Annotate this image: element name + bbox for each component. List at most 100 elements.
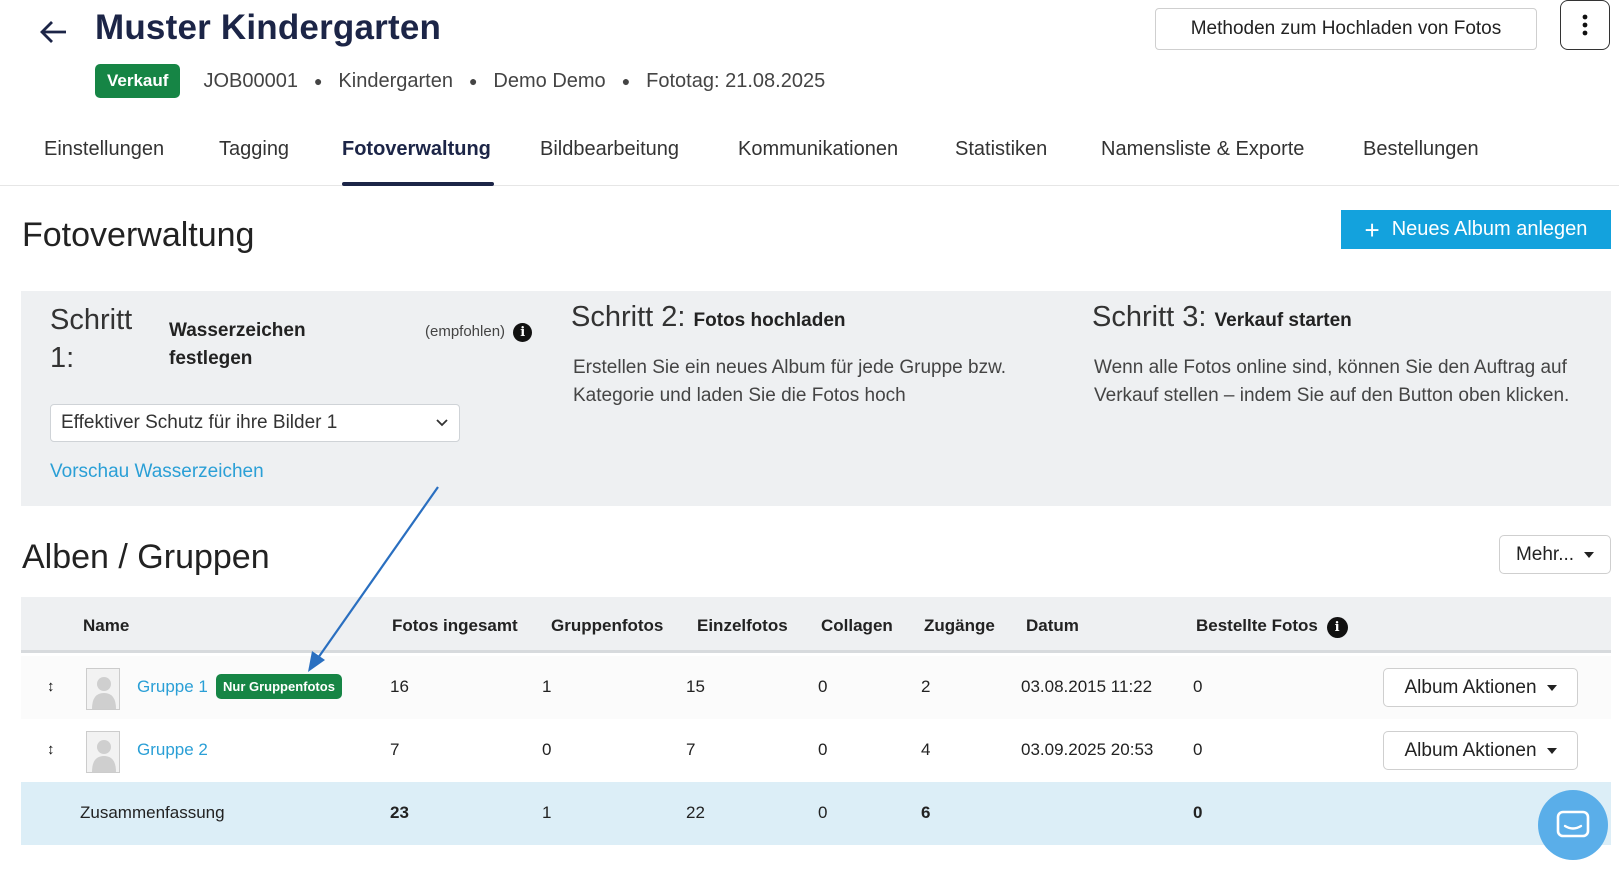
step3-head: Schritt 3: xyxy=(1092,301,1207,333)
meta-separator: ● xyxy=(468,73,478,89)
cell-ordered: 0 xyxy=(1193,677,1203,696)
tab-bestellungen[interactable]: Bestellungen xyxy=(1363,138,1479,161)
info-icon[interactable]: i xyxy=(513,323,533,342)
table-header: Name Fotos ingesamt Gruppenfotos Einzelf… xyxy=(21,597,1611,653)
more-options-button[interactable] xyxy=(1560,0,1610,50)
cell-single: 15 xyxy=(686,677,705,696)
summary-accesses: 6 xyxy=(921,803,931,822)
albums-title: Alben / Gruppen xyxy=(22,538,270,576)
col-ordered[interactable]: Bestellte Fotos i xyxy=(1196,616,1348,638)
cell-accesses: 2 xyxy=(921,677,931,696)
album-actions-label: Album Aktionen xyxy=(1404,676,1537,698)
chat-launcher-button[interactable] xyxy=(1538,790,1608,860)
steps-panel: Schritt 1: Wasserzeichen festlegen (empf… xyxy=(21,291,1611,506)
more-label: Mehr... xyxy=(1515,543,1575,565)
person-placeholder-icon xyxy=(92,740,116,772)
summary-group: 1 xyxy=(542,803,552,822)
step3-heading: Schritt 3: Verkauf starten xyxy=(1092,301,1352,334)
tab-bar: Einstellungen Tagging Fotoverwaltung Bil… xyxy=(0,124,1619,186)
tab-statistiken[interactable]: Statistiken xyxy=(955,138,1047,161)
job-title: Muster Kindergarten xyxy=(95,8,442,47)
person-placeholder-icon xyxy=(92,677,116,709)
cell-collages: 0 xyxy=(818,677,828,696)
tab-fotoverwaltung[interactable]: Fotoverwaltung xyxy=(342,138,491,161)
step1-title: Wasserzeichen festlegen xyxy=(169,320,306,369)
watermark-select[interactable]: Effektiver Schutz für ihre Bilder 1 xyxy=(50,404,460,442)
upload-methods-button[interactable]: Methoden zum Hochladen von Fotos xyxy=(1155,8,1537,50)
info-icon[interactable]: i xyxy=(1326,617,1348,638)
photo-day: Fototag: 21.08.2025 xyxy=(646,69,826,92)
plus-icon: + xyxy=(1364,214,1380,245)
more-vertical-icon xyxy=(1582,14,1588,36)
col-name[interactable]: Name xyxy=(83,616,129,636)
meta-separator: ● xyxy=(313,73,323,89)
cell-ordered: 0 xyxy=(1193,740,1203,759)
col-collages[interactable]: Collagen xyxy=(821,616,893,636)
cell-total: 7 xyxy=(390,740,400,759)
table-row: ↕ Gruppe 1 Nur Gruppenfotos 16 1 15 0 2 … xyxy=(21,656,1611,719)
cell-single: 7 xyxy=(686,740,696,759)
summary-row: Zusammenfassung 23 1 22 0 6 0 xyxy=(21,782,1611,845)
col-ordered-label: Bestellte Fotos xyxy=(1196,616,1318,635)
album-name-link[interactable]: Gruppe 1 xyxy=(137,677,208,697)
caret-down-icon xyxy=(1546,684,1557,691)
cell-date: 03.09.2025 20:53 xyxy=(1021,740,1154,759)
col-accesses[interactable]: Zugänge xyxy=(924,616,995,636)
step1-head: Schritt 1: xyxy=(50,304,133,374)
album-actions-label: Album Aktionen xyxy=(1404,739,1537,761)
summary-total: 23 xyxy=(390,803,409,822)
step3-title: Verkauf starten xyxy=(1214,310,1352,331)
tab-namensliste-exporte[interactable]: Namensliste & Exporte xyxy=(1101,138,1304,161)
drag-handle-icon[interactable]: ↕ xyxy=(47,678,55,695)
job-header: Muster Kindergarten Verkauf JOB00001 ● K… xyxy=(0,0,1619,186)
cell-accesses: 4 xyxy=(921,740,931,759)
group-only-badge: Nur Gruppenfotos xyxy=(216,674,342,699)
cell-group: 1 xyxy=(542,677,552,696)
col-group[interactable]: Gruppenfotos xyxy=(551,616,663,636)
summary-single: 22 xyxy=(686,803,705,822)
meta-separator: ● xyxy=(621,73,631,89)
arrow-left-icon[interactable] xyxy=(36,14,72,50)
album-name-link[interactable]: Gruppe 2 xyxy=(137,740,208,760)
recommended-label: (empfohlen) xyxy=(425,323,506,340)
album-actions-button[interactable]: Album Aktionen xyxy=(1383,668,1578,707)
col-total[interactable]: Fotos ingesamt xyxy=(392,616,518,636)
col-date[interactable]: Datum xyxy=(1026,616,1079,636)
col-single[interactable]: Einzelfotos xyxy=(697,616,788,636)
step3-text: Wenn alle Fotos online sind, können Sie … xyxy=(1094,357,1570,406)
page-title: Fotoverwaltung xyxy=(22,216,255,254)
job-category: Kindergarten xyxy=(338,69,453,92)
tab-einstellungen[interactable]: Einstellungen xyxy=(44,138,164,161)
album-thumbnail xyxy=(86,668,120,710)
drag-handle-icon[interactable]: ↕ xyxy=(47,741,55,758)
active-tab-indicator xyxy=(342,182,494,186)
job-meta: Verkauf JOB00001 ● Kindergarten ● Demo D… xyxy=(95,64,825,98)
more-dropdown-button[interactable]: Mehr... xyxy=(1499,535,1611,574)
summary-collages: 0 xyxy=(818,803,828,822)
caret-down-icon xyxy=(1584,551,1595,558)
step2-title: Fotos hochladen xyxy=(693,310,846,331)
new-album-button[interactable]: + Neues Album anlegen xyxy=(1341,210,1611,249)
step2-heading: Schritt 2: Fotos hochladen xyxy=(571,301,846,334)
cell-date: 03.08.2015 11:22 xyxy=(1021,677,1153,696)
status-badge: Verkauf xyxy=(95,64,181,98)
album-actions-button[interactable]: Album Aktionen xyxy=(1383,731,1578,770)
tab-kommunikationen[interactable]: Kommunikationen xyxy=(738,138,898,161)
new-album-label: Neues Album anlegen xyxy=(1391,218,1588,240)
step2-text: Erstellen Sie ein neues Album für jede G… xyxy=(573,357,1007,406)
tab-tagging[interactable]: Tagging xyxy=(219,138,289,161)
cell-total: 16 xyxy=(390,677,409,696)
tab-bildbearbeitung[interactable]: Bildbearbeitung xyxy=(540,138,679,161)
step1-recommended: (empfohlen) i xyxy=(425,323,533,342)
step2-head: Schritt 2: xyxy=(571,301,686,333)
chevron-down-icon xyxy=(436,419,448,427)
cell-collages: 0 xyxy=(818,740,828,759)
job-id: JOB00001 xyxy=(203,69,298,92)
watermark-preview-link[interactable]: Vorschau Wasserzeichen xyxy=(50,461,264,483)
watermark-select-value: Effektiver Schutz für ihre Bilder 1 xyxy=(61,412,338,433)
caret-down-icon xyxy=(1546,747,1557,754)
cell-group: 0 xyxy=(542,740,552,759)
table-row: ↕ Gruppe 2 7 0 7 0 4 03.09.2025 20:53 0 … xyxy=(21,719,1611,782)
summary-label: Zusammenfassung xyxy=(80,803,225,822)
job-customer: Demo Demo xyxy=(493,69,606,92)
